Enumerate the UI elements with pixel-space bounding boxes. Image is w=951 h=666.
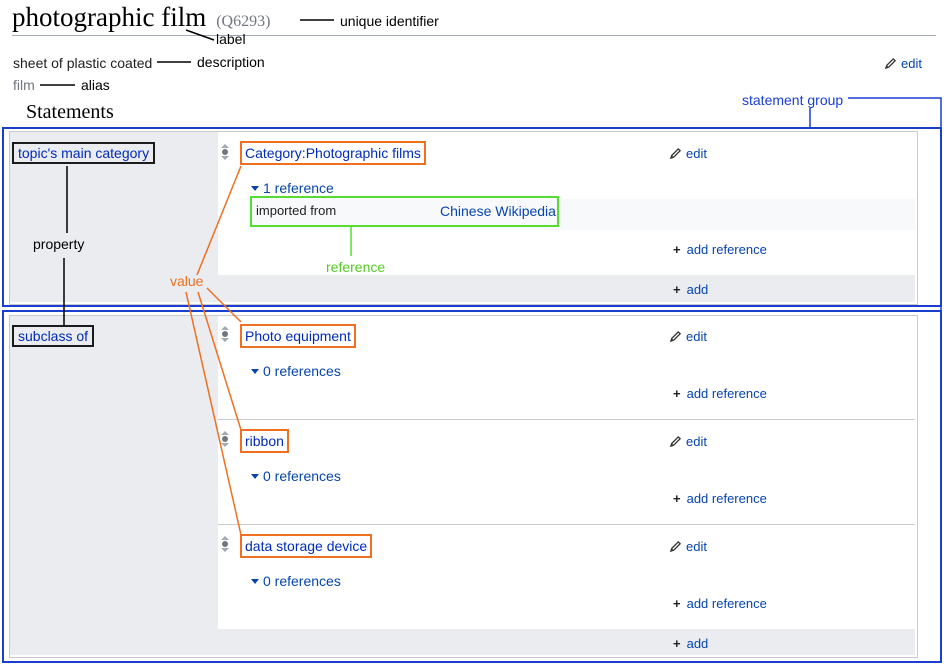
add-reference-label: add reference bbox=[686, 386, 767, 401]
entity-heading: photographic film (Q6293) bbox=[12, 2, 270, 33]
references-toggle[interactable]: 0 references bbox=[251, 468, 341, 484]
entity-description: sheet of plastic coated bbox=[13, 55, 153, 71]
reference-value[interactable]: Chinese Wikipedia bbox=[440, 203, 556, 219]
statement-edit-button[interactable]: edit bbox=[669, 539, 707, 554]
statement-edit-label: edit bbox=[686, 329, 707, 344]
add-statement-button[interactable]: + add bbox=[673, 636, 708, 651]
rank-selector-icon[interactable] bbox=[220, 144, 230, 160]
references-toggle[interactable]: 0 references bbox=[251, 573, 341, 589]
annotation-alias: alias bbox=[81, 77, 110, 93]
pencil-icon bbox=[669, 540, 682, 553]
statement-divider bbox=[218, 524, 915, 525]
statement-value[interactable]: data storage device bbox=[240, 534, 373, 558]
references-toggle[interactable]: 1 reference bbox=[251, 180, 334, 196]
add-statement-label: add bbox=[686, 282, 709, 297]
add-reference-button[interactable]: + add reference bbox=[673, 242, 767, 257]
entity-id: (Q6293) bbox=[216, 13, 271, 30]
entity-label: photographic film bbox=[12, 2, 207, 32]
group-add-bar bbox=[218, 275, 915, 302]
statement-value[interactable]: Category:Photographic films bbox=[240, 141, 426, 165]
annotation-statement-group: statement group bbox=[742, 92, 844, 108]
plus-icon: + bbox=[673, 491, 681, 506]
property-label[interactable]: topic's main category bbox=[12, 142, 156, 164]
triangle-down-icon bbox=[251, 578, 259, 584]
triangle-down-icon bbox=[251, 185, 259, 191]
triangle-down-icon bbox=[251, 473, 259, 479]
statement-edit-label: edit bbox=[686, 434, 707, 449]
pencil-icon bbox=[884, 57, 897, 70]
rank-selector-icon[interactable] bbox=[220, 431, 230, 447]
statement-edit-button[interactable]: edit bbox=[669, 146, 707, 161]
add-statement-button[interactable]: + add bbox=[673, 282, 708, 297]
header-divider bbox=[12, 35, 936, 36]
statement-edit-button[interactable]: edit bbox=[669, 329, 707, 344]
annotation-value: value bbox=[170, 273, 204, 289]
statement-value[interactable]: Photo equipment bbox=[240, 324, 356, 348]
add-reference-label: add reference bbox=[686, 491, 767, 506]
add-reference-label: add reference bbox=[686, 242, 767, 257]
plus-icon: + bbox=[673, 242, 681, 257]
group-add-bar bbox=[218, 629, 915, 655]
pencil-icon bbox=[669, 147, 682, 160]
plus-icon: + bbox=[673, 636, 681, 651]
annotation-reference: reference bbox=[326, 259, 386, 275]
add-reference-button[interactable]: + add reference bbox=[673, 596, 767, 611]
add-statement-label: add bbox=[686, 636, 709, 651]
annotation-label: label bbox=[216, 31, 246, 47]
pencil-icon bbox=[669, 330, 682, 343]
references-toggle-label: 1 reference bbox=[263, 180, 334, 196]
add-reference-button[interactable]: + add reference bbox=[673, 491, 767, 506]
statements-heading: Statements bbox=[26, 101, 114, 123]
property-cell bbox=[10, 316, 218, 655]
statement-value[interactable]: ribbon bbox=[240, 429, 289, 453]
property-label[interactable]: subclass of bbox=[12, 325, 95, 347]
header-edit-button[interactable]: edit bbox=[884, 56, 922, 71]
header-edit-label: edit bbox=[901, 56, 922, 71]
references-toggle-label: 0 references bbox=[263, 363, 341, 379]
statement-divider bbox=[218, 419, 915, 420]
plus-icon: + bbox=[673, 386, 681, 401]
plus-icon: + bbox=[673, 282, 681, 297]
statement-edit-button[interactable]: edit bbox=[669, 434, 707, 449]
references-toggle[interactable]: 0 references bbox=[251, 363, 341, 379]
references-toggle-label: 0 references bbox=[263, 468, 341, 484]
rank-selector-icon[interactable] bbox=[220, 536, 230, 552]
statement-edit-label: edit bbox=[686, 146, 707, 161]
statement-edit-label: edit bbox=[686, 539, 707, 554]
reference-property[interactable]: imported from bbox=[256, 203, 336, 218]
annotation-property: property bbox=[33, 236, 85, 252]
annotation-description: description bbox=[197, 54, 265, 70]
add-reference-button[interactable]: + add reference bbox=[673, 386, 767, 401]
pencil-icon bbox=[669, 435, 682, 448]
references-toggle-label: 0 references bbox=[263, 573, 341, 589]
rank-selector-icon[interactable] bbox=[220, 326, 230, 342]
triangle-down-icon bbox=[251, 368, 259, 374]
annotation-unique-identifier: unique identifier bbox=[340, 13, 439, 29]
entity-alias: film bbox=[13, 77, 35, 93]
plus-icon: + bbox=[673, 596, 681, 611]
add-reference-label: add reference bbox=[686, 596, 767, 611]
